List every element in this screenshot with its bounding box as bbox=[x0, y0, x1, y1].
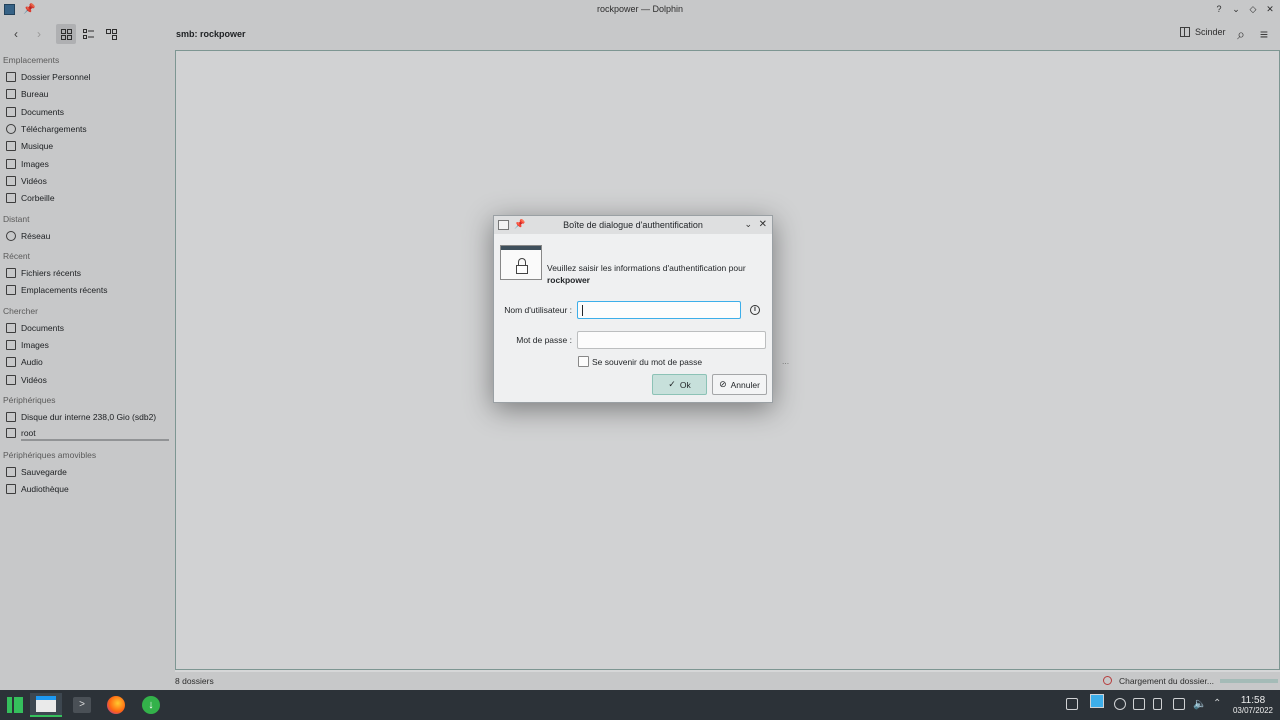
username-input[interactable] bbox=[578, 302, 740, 318]
task-dolphin[interactable] bbox=[30, 693, 62, 717]
username-field[interactable] bbox=[577, 301, 741, 319]
ok-button[interactable]: ✓ Ok bbox=[652, 374, 707, 395]
password-label: Mot de passe : bbox=[516, 335, 572, 345]
task-terminal[interactable]: > bbox=[67, 693, 97, 717]
dialog-minimize-button[interactable]: ⌄ bbox=[744, 219, 752, 230]
taskbar: > ↓ 🔈 ⌃ 11:58 03/07/2022 bbox=[0, 690, 1280, 720]
check-icon: ✓ bbox=[668, 379, 676, 389]
dolphin-icon bbox=[36, 696, 56, 712]
removable-device-icon[interactable] bbox=[1153, 698, 1162, 710]
auth-message-text: Veuillez saisir les informations d'authe… bbox=[547, 263, 746, 273]
clock-time: 11:58 bbox=[1240, 695, 1266, 706]
remember-password-label[interactable]: Se souvenir du mot de passe bbox=[592, 357, 702, 367]
dialog-close-button[interactable]: ✕ bbox=[759, 219, 767, 230]
task-downloader[interactable]: ↓ bbox=[136, 693, 166, 717]
auth-dialog: 📌 Boîte de dialogue d'authentification ⌄… bbox=[493, 215, 773, 403]
volume-icon[interactable]: 🔈 bbox=[1193, 698, 1207, 710]
digital-clock[interactable]: 11:58 03/07/2022 bbox=[1230, 695, 1276, 716]
terminal-icon: > bbox=[73, 697, 91, 713]
tray-app-icon[interactable] bbox=[1114, 698, 1126, 710]
password-field[interactable] bbox=[577, 331, 766, 349]
tray-expand-icon[interactable]: ⌃ bbox=[1213, 698, 1225, 710]
text-caret bbox=[582, 305, 583, 316]
download-icon: ↓ bbox=[142, 696, 160, 714]
remember-password-checkbox[interactable] bbox=[578, 356, 589, 367]
auth-host: rockpower bbox=[547, 275, 590, 285]
auth-message: Veuillez saisir les informations d'authe… bbox=[547, 262, 767, 286]
info-icon[interactable]: i bbox=[750, 305, 760, 315]
clipboard-icon[interactable] bbox=[1133, 698, 1145, 710]
lock-icon bbox=[500, 245, 542, 280]
application-launcher[interactable] bbox=[4, 693, 26, 717]
username-label: Nom d'utilisateur : bbox=[504, 305, 572, 315]
pager-icon[interactable] bbox=[1090, 694, 1104, 708]
firefox-icon bbox=[107, 696, 125, 714]
network-tray-icon[interactable] bbox=[1173, 698, 1185, 710]
password-input[interactable] bbox=[578, 332, 765, 348]
cancel-button[interactable]: ⊘ Annuler bbox=[712, 374, 767, 395]
show-desktop-icon[interactable] bbox=[1066, 698, 1078, 710]
manjaro-logo-icon bbox=[7, 697, 23, 713]
clock-date: 03/07/2022 bbox=[1232, 706, 1274, 715]
ok-label: Ok bbox=[679, 379, 691, 390]
dialog-title: Boîte de dialogue d'authentification bbox=[563, 220, 703, 230]
cancel-label: Annuler bbox=[730, 379, 760, 390]
cancel-icon: ⊘ bbox=[719, 379, 727, 389]
task-firefox[interactable] bbox=[101, 693, 131, 717]
dialog-titlebar: 📌 Boîte de dialogue d'authentification ⌄… bbox=[494, 216, 772, 234]
